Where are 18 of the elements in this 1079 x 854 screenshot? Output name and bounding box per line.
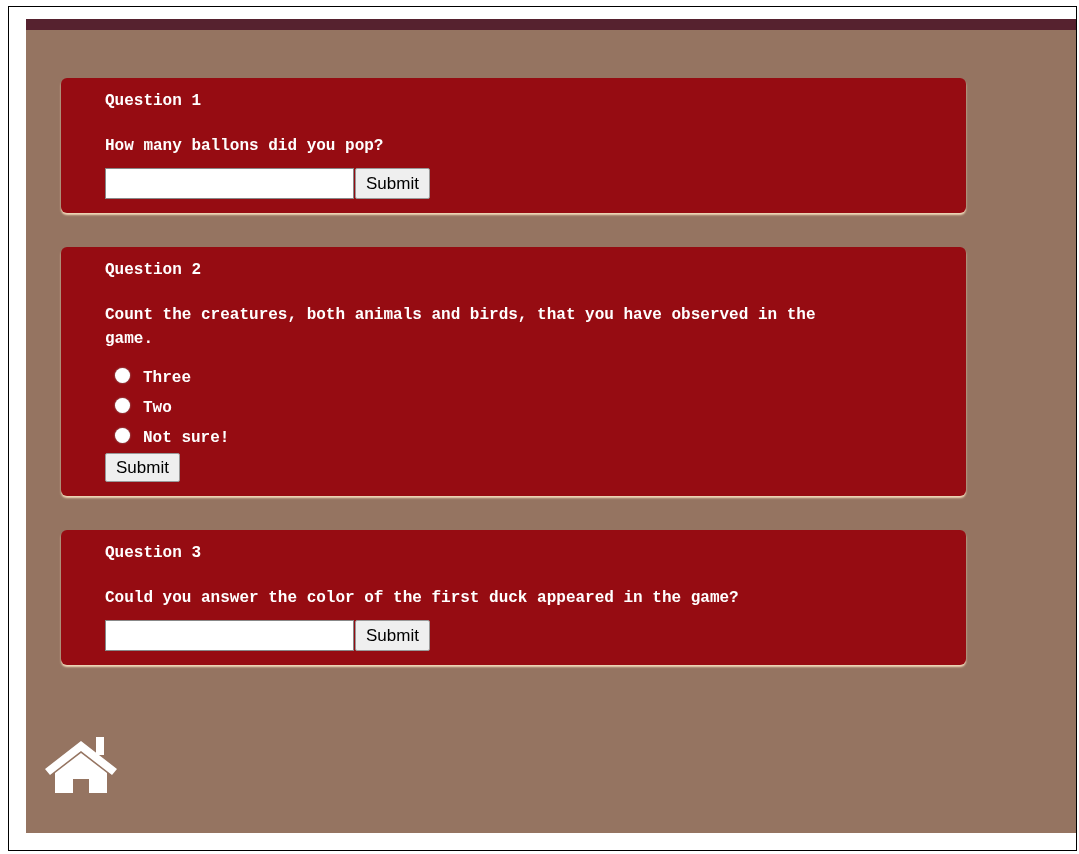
option-label: Two (143, 399, 172, 417)
radio-button[interactable] (115, 367, 130, 383)
question-title: Question 3 (105, 544, 202, 562)
submit-button[interactable]: Submit (105, 453, 180, 482)
submit-button[interactable]: Submit (355, 620, 430, 651)
answer-field[interactable] (105, 620, 354, 651)
answer-field[interactable] (105, 168, 354, 199)
question-text: Count the creatures, both animals and birds, that you have observed in the game. (105, 305, 817, 350)
radio-button[interactable] (115, 427, 130, 443)
question-title: Question 1 (105, 92, 202, 110)
radio-button[interactable] (115, 397, 130, 413)
option-label: Not sure! (143, 429, 230, 447)
option-label: Three (143, 369, 191, 387)
question-text: Could you answer the color of the first duck appeared in the game? (105, 588, 740, 609)
question-text: How many ballons did you pop? (105, 136, 385, 157)
home-icon[interactable] (43, 735, 119, 795)
question-title: Question 2 (105, 261, 202, 279)
submit-button[interactable]: Submit (355, 168, 430, 199)
